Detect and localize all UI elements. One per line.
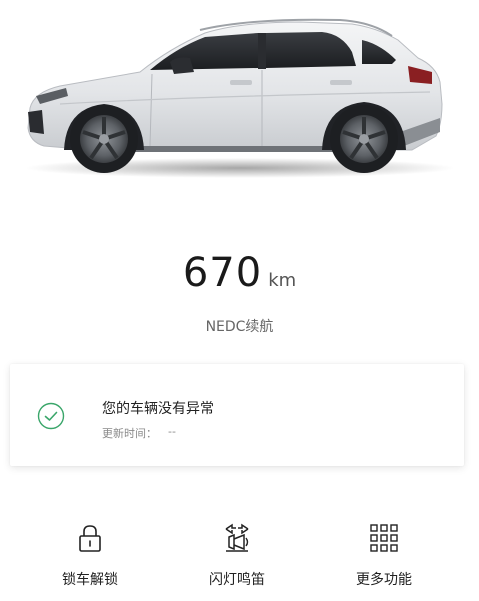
- update-time-label: 更新时间：: [102, 427, 157, 440]
- grid-icon: [370, 524, 398, 552]
- flash-horn-label: 闪灯鸣笛: [209, 572, 265, 588]
- status-title: 您的车辆没有异常: [102, 401, 214, 417]
- check-circle-icon: [37, 402, 65, 430]
- lock-icon: [79, 525, 101, 552]
- action-bar: 锁车解锁 闪灯鸣笛 更多功能: [0, 515, 479, 595]
- range-value: 670: [182, 250, 263, 296]
- flash-horn-icon: [225, 523, 249, 552]
- update-time-value: --: [168, 425, 176, 438]
- lock-unlock-label: 锁车解锁: [62, 572, 118, 588]
- range-unit: km: [268, 270, 297, 291]
- flash-horn-button[interactable]: 闪灯鸣笛: [177, 515, 297, 588]
- vehicle-image: [0, 0, 479, 200]
- more-features-button[interactable]: 更多功能: [324, 515, 444, 588]
- vehicle-status-card[interactable]: 您的车辆没有异常 更新时间： --: [10, 364, 464, 466]
- range-label: NEDC续航: [205, 319, 274, 335]
- range-display: 670 km: [0, 250, 479, 296]
- lock-unlock-button[interactable]: 锁车解锁: [30, 515, 150, 588]
- more-features-label: 更多功能: [356, 572, 412, 588]
